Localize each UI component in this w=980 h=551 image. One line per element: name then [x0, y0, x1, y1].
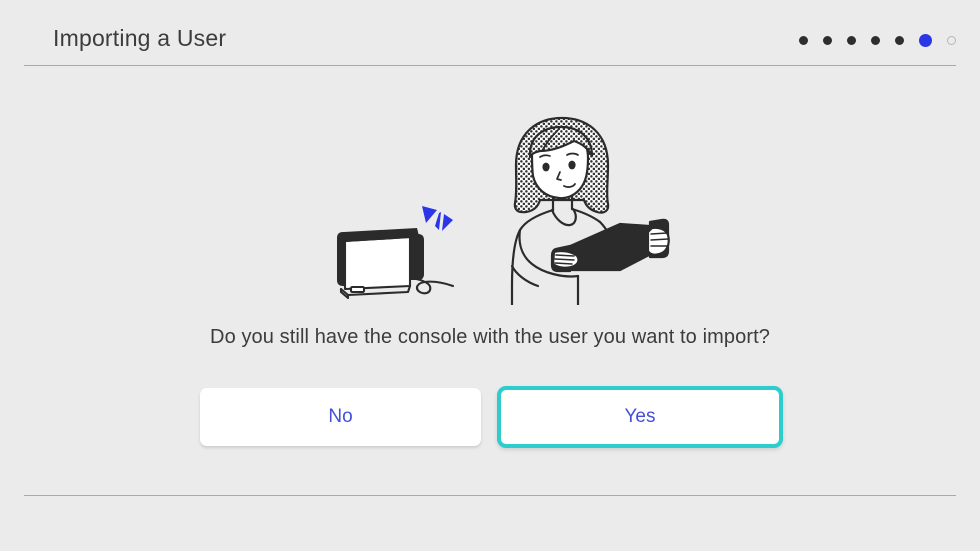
choice-button-row: No Yes: [0, 386, 980, 450]
dock-illustration: [337, 228, 455, 300]
page-dot-7-empty: [947, 35, 956, 45]
page-indicator: [799, 33, 956, 47]
no-button[interactable]: No: [200, 388, 481, 446]
page-dot-5: [895, 35, 904, 45]
page-dot-3: [847, 35, 856, 45]
header: Importing a User: [0, 0, 980, 66]
page-dot-1: [799, 35, 808, 45]
illustration-dock-and-user-holding-console: [320, 110, 680, 305]
page-title: Importing a User: [53, 25, 227, 51]
question-text: Do you still have the console with the u…: [210, 326, 770, 348]
footer: B Back A OK: [0, 496, 980, 551]
importing-user-screen: Importing a User Do you still have the c…: [0, 0, 980, 551]
sparkle-marks: [422, 206, 453, 231]
header-divider: [24, 65, 956, 66]
user-illustration: [510, 116, 670, 305]
page-dot-4: [871, 35, 880, 45]
page-dot-6-active: [919, 33, 932, 47]
yes-button[interactable]: Yes: [497, 386, 783, 448]
page-dot-2: [823, 35, 832, 45]
